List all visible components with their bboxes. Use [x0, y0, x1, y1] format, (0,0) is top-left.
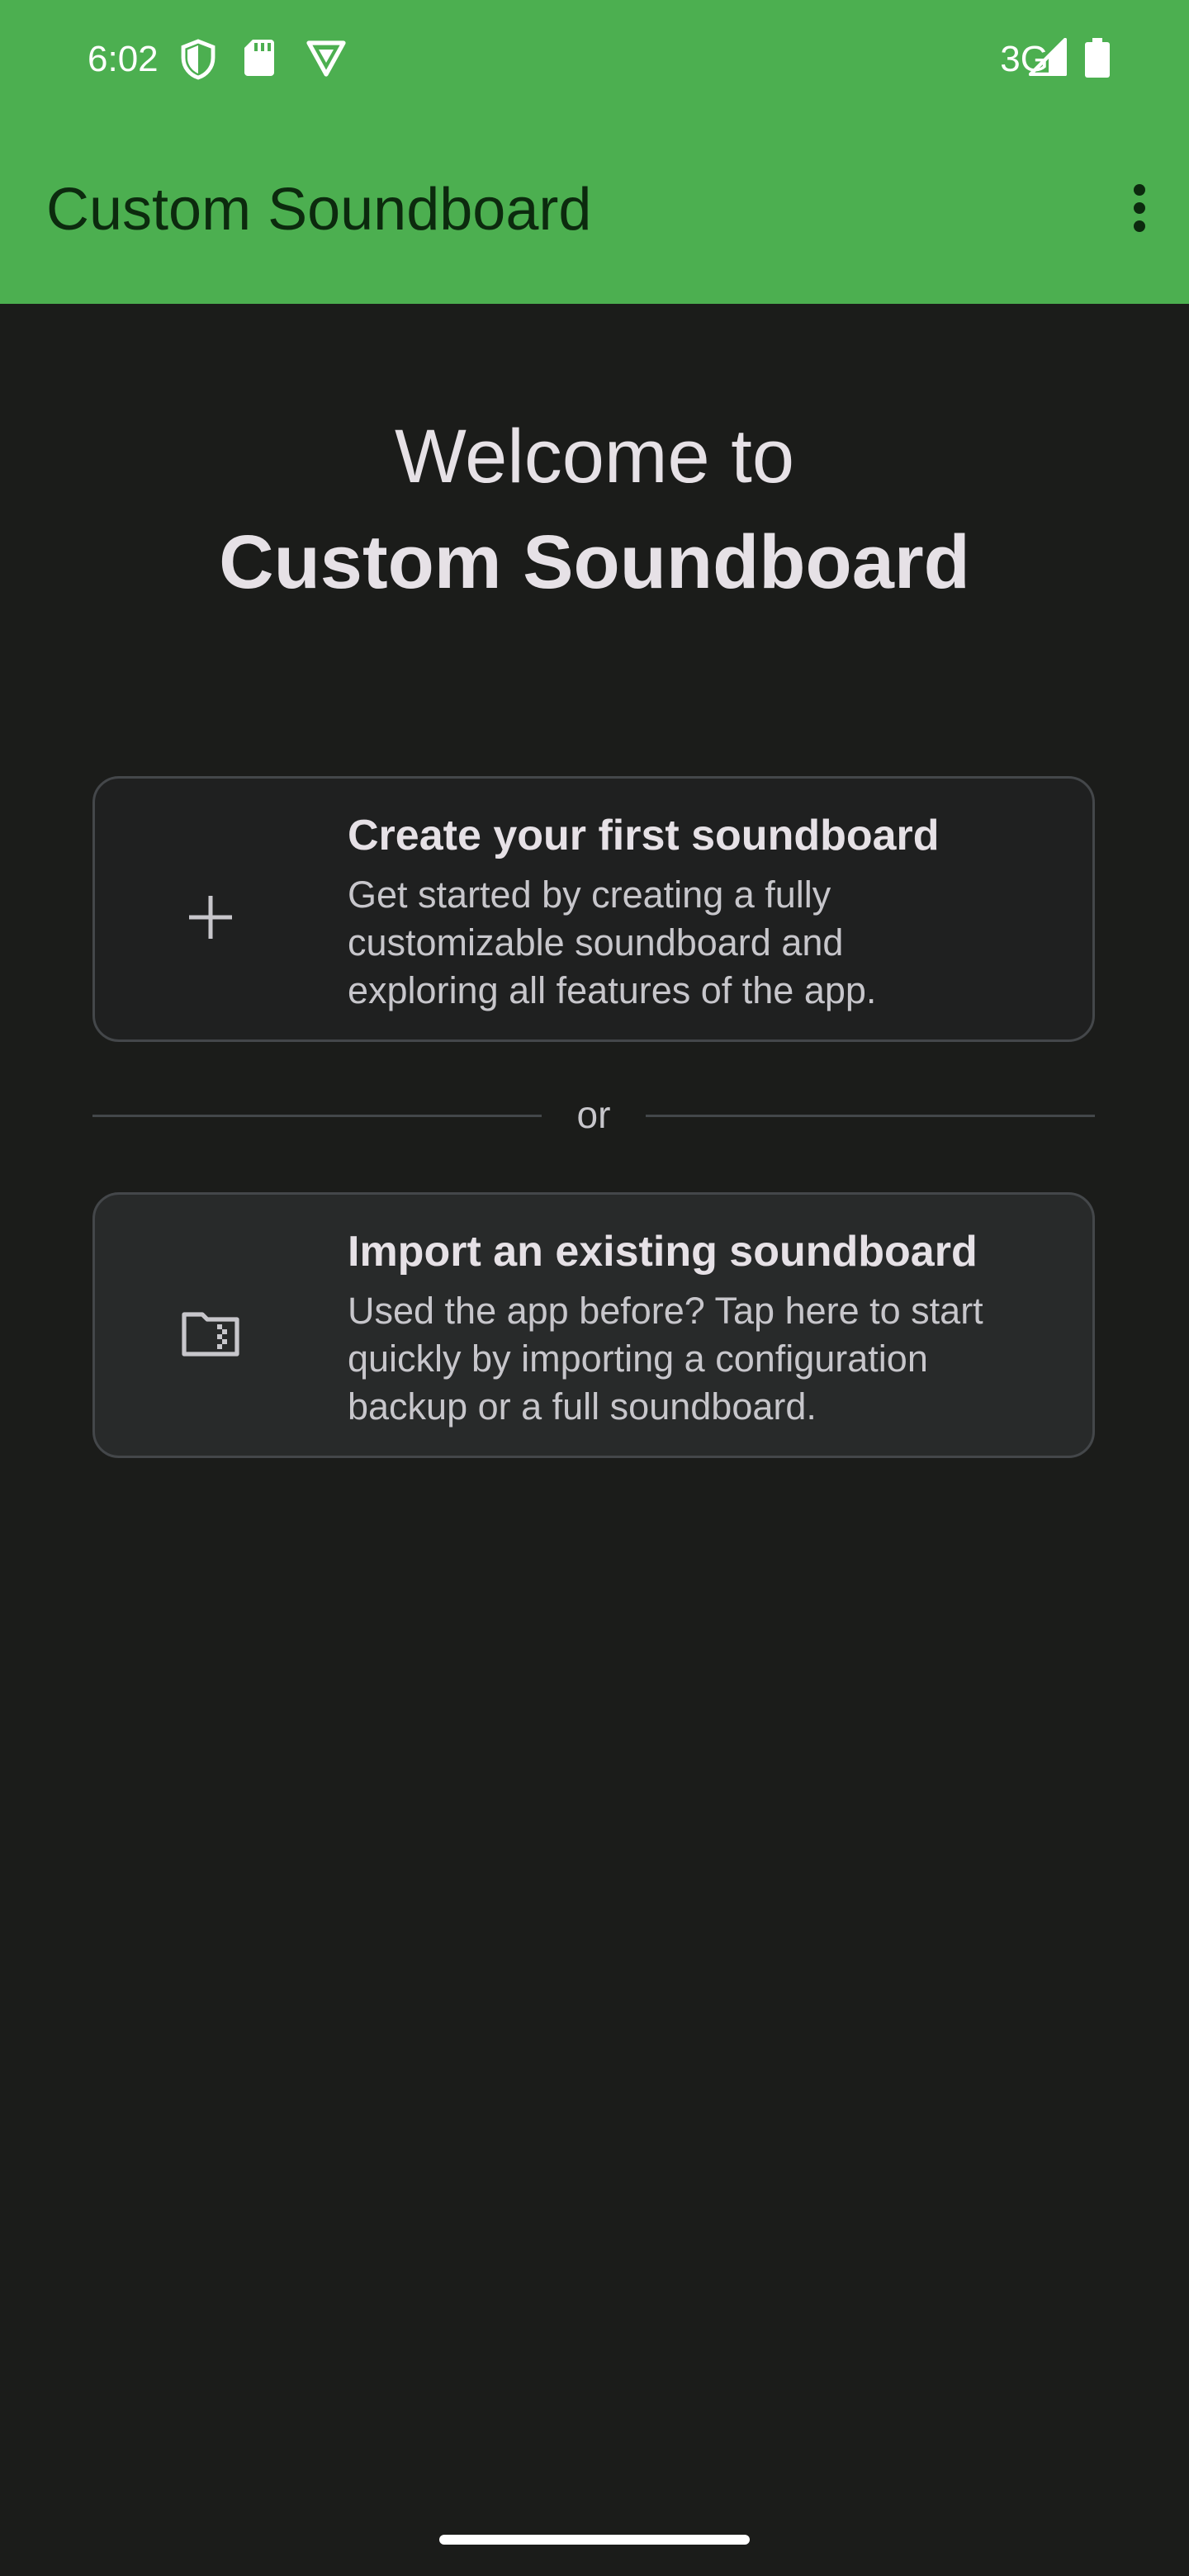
more-options-button[interactable]: [1106, 177, 1172, 243]
import-card-text: Import an existing soundboard Used the a…: [348, 1223, 1049, 1431]
app-bar: Custom Soundboard: [0, 116, 1189, 304]
welcome-app-name: Custom Soundboard: [219, 520, 970, 604]
welcome-heading: Welcome to: [394, 414, 795, 499]
app-title: Custom Soundboard: [46, 177, 592, 243]
create-card-title: Create your first soundboard: [348, 812, 940, 859]
or-divider: or: [92, 1093, 1095, 1136]
add-icon: [171, 878, 250, 957]
sd-card-icon: [243, 38, 282, 81]
shield-icon: [178, 38, 218, 81]
folder-icon: [171, 1294, 250, 1373]
import-soundboard-card[interactable]: Import an existing soundboard Used the a…: [92, 1192, 1095, 1458]
status-time: 6:02: [88, 39, 159, 79]
import-card-title: Import an existing soundboard: [348, 1228, 978, 1276]
divider-line-right: [646, 1115, 1095, 1117]
home-gesture-bar[interactable]: [439, 2535, 750, 2545]
create-soundboard-card[interactable]: Create your first soundboard Get started…: [92, 776, 1095, 1042]
more-vert-icon: [1131, 183, 1148, 237]
create-card-description: Get started by creating a fully customiz…: [348, 874, 877, 1011]
create-card-text: Create your first soundboard Get started…: [348, 807, 1049, 1015]
vpn-badge-icon: [306, 38, 346, 81]
import-card-description: Used the app before? Tap here to start q…: [348, 1290, 983, 1428]
battery-icon: [1085, 38, 1125, 81]
signal-icon: [1028, 37, 1068, 81]
status-bar: 6:02 3G: [0, 0, 1189, 116]
